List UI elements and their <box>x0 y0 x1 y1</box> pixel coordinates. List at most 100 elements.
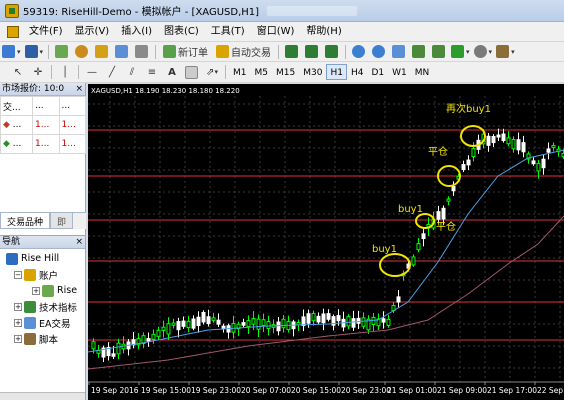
navigator-scrollbar[interactable] <box>0 392 85 400</box>
time-axis-label: 22 Sep 02:00 <box>537 386 564 395</box>
candle-bear <box>301 316 306 327</box>
signal-label: buy1 <box>398 204 423 215</box>
channel-button[interactable]: ⫽ <box>124 64 140 80</box>
candle-bear <box>321 313 326 324</box>
candle-bull <box>386 318 391 326</box>
menu-window[interactable]: 窗口(W) <box>251 22 301 42</box>
profiles-button[interactable]: ▾ <box>24 44 43 60</box>
indicators-folder-icon <box>24 300 36 313</box>
candle-bear <box>521 142 526 153</box>
candle-bull <box>211 317 216 321</box>
bar-chart-button[interactable] <box>284 44 300 60</box>
menu-view[interactable]: 显示(V) <box>69 22 116 42</box>
tile-windows-button[interactable] <box>391 44 407 60</box>
tab-symbols[interactable]: 交易品种 <box>0 213 51 229</box>
horizontal-line-button[interactable]: — <box>84 64 100 80</box>
candle-bull <box>151 333 156 340</box>
menu-tools[interactable]: 工具(T) <box>205 22 251 42</box>
periods-button[interactable]: ▾ <box>473 44 492 60</box>
navigator-button[interactable] <box>94 44 110 60</box>
candle-bear <box>516 139 521 151</box>
candle-bear <box>436 211 441 220</box>
period-d1[interactable]: D1 <box>367 64 388 80</box>
chart-document-icon[interactable] <box>7 25 19 38</box>
account-icon <box>42 284 54 297</box>
column-ask[interactable]: ... <box>58 96 87 116</box>
trendline-button[interactable]: ╱ <box>104 64 120 80</box>
nav-item-root[interactable]: Rise Hill <box>6 251 59 266</box>
candle-bear <box>531 160 536 165</box>
nav-item-scripts[interactable]: + 脚本 <box>14 331 58 346</box>
nav-item-account[interactable]: + Rise <box>32 283 77 298</box>
market-watch-icon <box>54 45 68 58</box>
price-chart[interactable]: XAGUSD,H1 18.190 18.230 18.180 18.220 buy… <box>88 84 564 400</box>
chart-shift-button[interactable] <box>431 44 447 60</box>
indicators-button[interactable]: ▾ <box>451 44 470 60</box>
expand-icon[interactable]: + <box>14 318 22 327</box>
candlestick-button[interactable] <box>304 44 320 60</box>
zoom-in-icon <box>351 45 365 58</box>
bid-cell: 1... <box>32 115 60 135</box>
title-blur <box>267 5 358 16</box>
candle-bear <box>176 321 181 331</box>
templates-button[interactable]: ▾ <box>496 44 515 60</box>
line-chart-button[interactable] <box>324 44 340 60</box>
menu-insert[interactable]: 插入(I) <box>115 22 158 42</box>
terminal-button[interactable] <box>114 44 130 60</box>
title-bar: 59319: RiseHill-Demo - 模拟帐户 - [XAGUSD,H1… <box>0 0 564 22</box>
table-row[interactable]: ◆ ... 1... 1... <box>0 134 87 154</box>
arrows-button[interactable]: ⇗ ▾ <box>204 64 220 80</box>
collapse-icon[interactable]: − <box>14 270 22 279</box>
vertical-line-button[interactable]: │ <box>57 64 73 80</box>
candle-bear <box>206 316 211 325</box>
nav-item-indicators[interactable]: + 技术指标 <box>14 299 77 314</box>
trendline-icon: ╱ <box>108 66 116 78</box>
period-m5[interactable]: M5 <box>251 64 273 80</box>
data-window-button[interactable] <box>74 44 90 60</box>
fibonacci-button[interactable]: ≡ <box>144 64 160 80</box>
terminal-icon <box>114 45 128 58</box>
period-h4[interactable]: H4 <box>347 64 368 80</box>
time-axis-label: 20 Sep 07:00 <box>241 386 291 395</box>
nav-item-accounts[interactable]: − 账户 <box>14 267 58 282</box>
period-mn[interactable]: MN <box>411 64 434 80</box>
menu-charts[interactable]: 图表(C) <box>158 22 205 42</box>
candle-bull <box>416 243 421 251</box>
signal-circle <box>415 213 435 229</box>
chart-shift-icon <box>431 45 445 58</box>
candle-bull <box>171 322 176 326</box>
period-w1[interactable]: W1 <box>388 64 411 80</box>
text-button[interactable]: A <box>164 64 180 80</box>
candle-bear <box>351 318 356 328</box>
expand-icon[interactable]: + <box>14 334 22 343</box>
time-axis-label: 20 Sep 23:00 <box>341 386 391 395</box>
auto-trading-icon <box>216 45 230 58</box>
menu-help[interactable]: 帮助(H) <box>300 22 347 42</box>
period-m15[interactable]: M15 <box>272 64 299 80</box>
tab-ticks[interactable]: 即 <box>50 213 74 229</box>
column-bid[interactable]: ... <box>32 96 60 116</box>
cursor-button[interactable]: ↖ <box>10 64 26 80</box>
crosshair-button[interactable]: ✛ <box>30 64 46 80</box>
column-symbol[interactable]: 交... <box>0 96 34 116</box>
tester-button[interactable] <box>134 44 150 60</box>
table-row[interactable]: ◆ ... 1... 1... <box>0 115 87 135</box>
text-label-button[interactable] <box>184 64 200 80</box>
auto-scroll-button[interactable] <box>411 44 427 60</box>
zoom-out-button[interactable] <box>371 44 387 60</box>
close-icon[interactable]: × <box>75 83 83 95</box>
menu-file[interactable]: 文件(F) <box>23 22 69 42</box>
period-h1[interactable]: H1 <box>326 64 347 80</box>
new-chart-button[interactable]: ▾ <box>2 44 21 60</box>
expand-icon[interactable]: + <box>14 302 22 311</box>
new-order-button[interactable]: 新订单 <box>161 44 210 60</box>
period-m30[interactable]: M30 <box>299 64 326 80</box>
nav-item-expert-advisors[interactable]: + EA交易 <box>14 315 71 330</box>
close-icon[interactable]: × <box>75 236 83 248</box>
candle-bear <box>221 325 226 329</box>
auto-trading-button[interactable]: 自动交易 <box>214 44 273 60</box>
zoom-in-button[interactable] <box>351 44 367 60</box>
market-watch-button[interactable] <box>54 44 70 60</box>
period-m1[interactable]: M1 <box>229 64 251 80</box>
expand-icon[interactable]: + <box>32 286 40 295</box>
